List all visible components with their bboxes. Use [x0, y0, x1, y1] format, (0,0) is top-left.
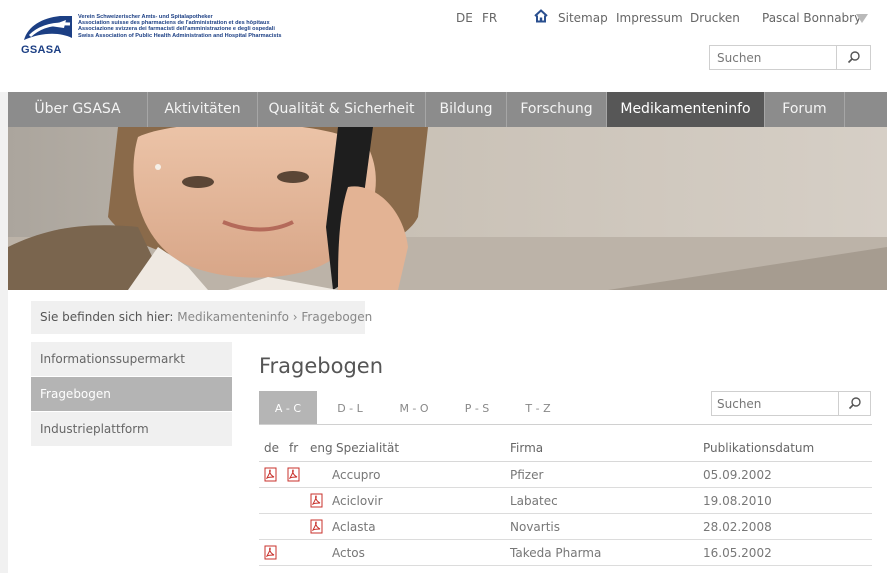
sidebar-item-industrieplattform[interactable]: Industrieplattform [31, 412, 232, 447]
lang-fr-link[interactable]: FR [482, 11, 497, 25]
pdf-icon[interactable] [310, 493, 323, 508]
nav-item-forschung[interactable]: Forschung [507, 92, 607, 127]
logo-acronym: GSASA [21, 44, 62, 56]
pdf-icon[interactable] [264, 467, 277, 482]
table-row: Actos Takeda Pharma 16.05.2002 [259, 540, 872, 566]
nav-item-ueber-gsasa[interactable]: Über GSASA [8, 92, 148, 127]
lang-de-link[interactable]: DE [456, 11, 473, 25]
pdf-icon[interactable] [264, 545, 277, 560]
logo-text: Verein Schweizerischer Amts- und Spitala… [78, 14, 282, 39]
nav-item-forum[interactable]: Forum [765, 92, 845, 127]
sidebar-item-fragebogen[interactable]: Fragebogen [31, 377, 232, 412]
tab-t-z[interactable]: T - Z [509, 391, 567, 424]
gsasa-logo[interactable]: Verein Schweizerischer Amts- und Spitala… [20, 12, 320, 58]
header: Verein Schweizerischer Amts- und Spitala… [0, 0, 887, 92]
search-button[interactable] [838, 392, 870, 415]
cell-date: 19.08.2010 [703, 494, 772, 508]
header-search-input[interactable]: Suchen [709, 45, 871, 70]
impressum-link[interactable]: Impressum [616, 11, 683, 25]
tab-p-s[interactable]: P - S [448, 391, 506, 424]
breadcrumb-item-fragebogen: Fragebogen [301, 310, 373, 324]
cell-spezialitaet: Aciclovir [332, 494, 383, 508]
breadcrumb-separator: › [292, 310, 298, 324]
search-button[interactable] [836, 46, 870, 69]
search-icon [848, 397, 861, 410]
sidebar: Informationssupermarkt Fragebogen Indust… [31, 342, 232, 447]
caret-down-icon[interactable] [856, 14, 868, 23]
cell-date: 28.02.2008 [703, 520, 772, 534]
drucken-link[interactable]: Drucken [690, 11, 740, 25]
col-header-eng: eng [310, 441, 333, 455]
logo-line: Associazione svizzera dei farmacisti del… [78, 26, 275, 33]
tab-a-c[interactable]: A - C [259, 391, 317, 424]
cell-spezialitaet: Actos [332, 546, 365, 560]
table-row: Aclasta Novartis 28.02.2008 [259, 514, 872, 540]
nav-item-qualitaet[interactable]: Qualität & Sicherheit [258, 92, 426, 127]
user-menu[interactable]: Pascal Bonnabry [762, 11, 861, 25]
search-icon [847, 51, 860, 64]
col-header-spezialitaet: Spezialität [336, 441, 400, 455]
cell-firma: Novartis [510, 520, 560, 534]
table-row: Accupro Pfizer 05.09.2002 [259, 462, 872, 488]
cell-date: 16.05.2002 [703, 546, 772, 560]
search-placeholder: Suchen [717, 51, 762, 65]
home-icon[interactable] [534, 9, 548, 23]
pdf-icon[interactable] [287, 467, 300, 482]
main-nav: Über GSASA Aktivitäten Qualität & Sicher… [8, 92, 887, 127]
hero-photo [8, 127, 887, 290]
search-placeholder: Suchen [717, 397, 762, 411]
cell-firma: Pfizer [510, 468, 544, 482]
table-row: Aciclovir Labatec 19.08.2010 [259, 488, 872, 514]
col-header-publikationsdatum: Publikationsdatum [703, 441, 815, 455]
nav-item-aktivitaeten[interactable]: Aktivitäten [148, 92, 258, 127]
nav-item-bildung[interactable]: Bildung [426, 92, 507, 127]
cell-date: 05.09.2002 [703, 468, 772, 482]
logo-line: Swiss Association of Public Health Admin… [78, 32, 282, 39]
list-search-input[interactable]: Suchen [711, 391, 871, 416]
tab-divider [259, 424, 872, 425]
hero-image [8, 127, 887, 290]
breadcrumb-item-medikamenteninfo[interactable]: Medikamenteninfo [177, 310, 289, 324]
sidebar-item-informationssupermarkt[interactable]: Informationssupermarkt [31, 342, 232, 377]
nav-item-medikamenteninfo[interactable]: Medikamenteninfo [607, 92, 765, 127]
sitemap-link[interactable]: Sitemap [558, 11, 608, 25]
cell-firma: Takeda Pharma [510, 546, 602, 560]
cell-spezialitaet: Aclasta [332, 520, 376, 534]
col-header-de: de [264, 441, 279, 455]
tab-d-l[interactable]: D - L [321, 391, 379, 424]
breadcrumb-prefix: Sie befinden sich hier: [40, 310, 174, 324]
breadcrumb: Sie befinden sich hier: Medikamenteninfo… [31, 301, 372, 334]
tab-m-o[interactable]: M - O [385, 391, 443, 424]
col-header-firma: Firma [510, 441, 544, 455]
page-title: Fragebogen [259, 354, 384, 378]
cell-firma: Labatec [510, 494, 558, 508]
pdf-icon[interactable] [310, 519, 323, 534]
cell-spezialitaet: Accupro [332, 468, 381, 482]
col-header-fr: fr [289, 441, 299, 455]
